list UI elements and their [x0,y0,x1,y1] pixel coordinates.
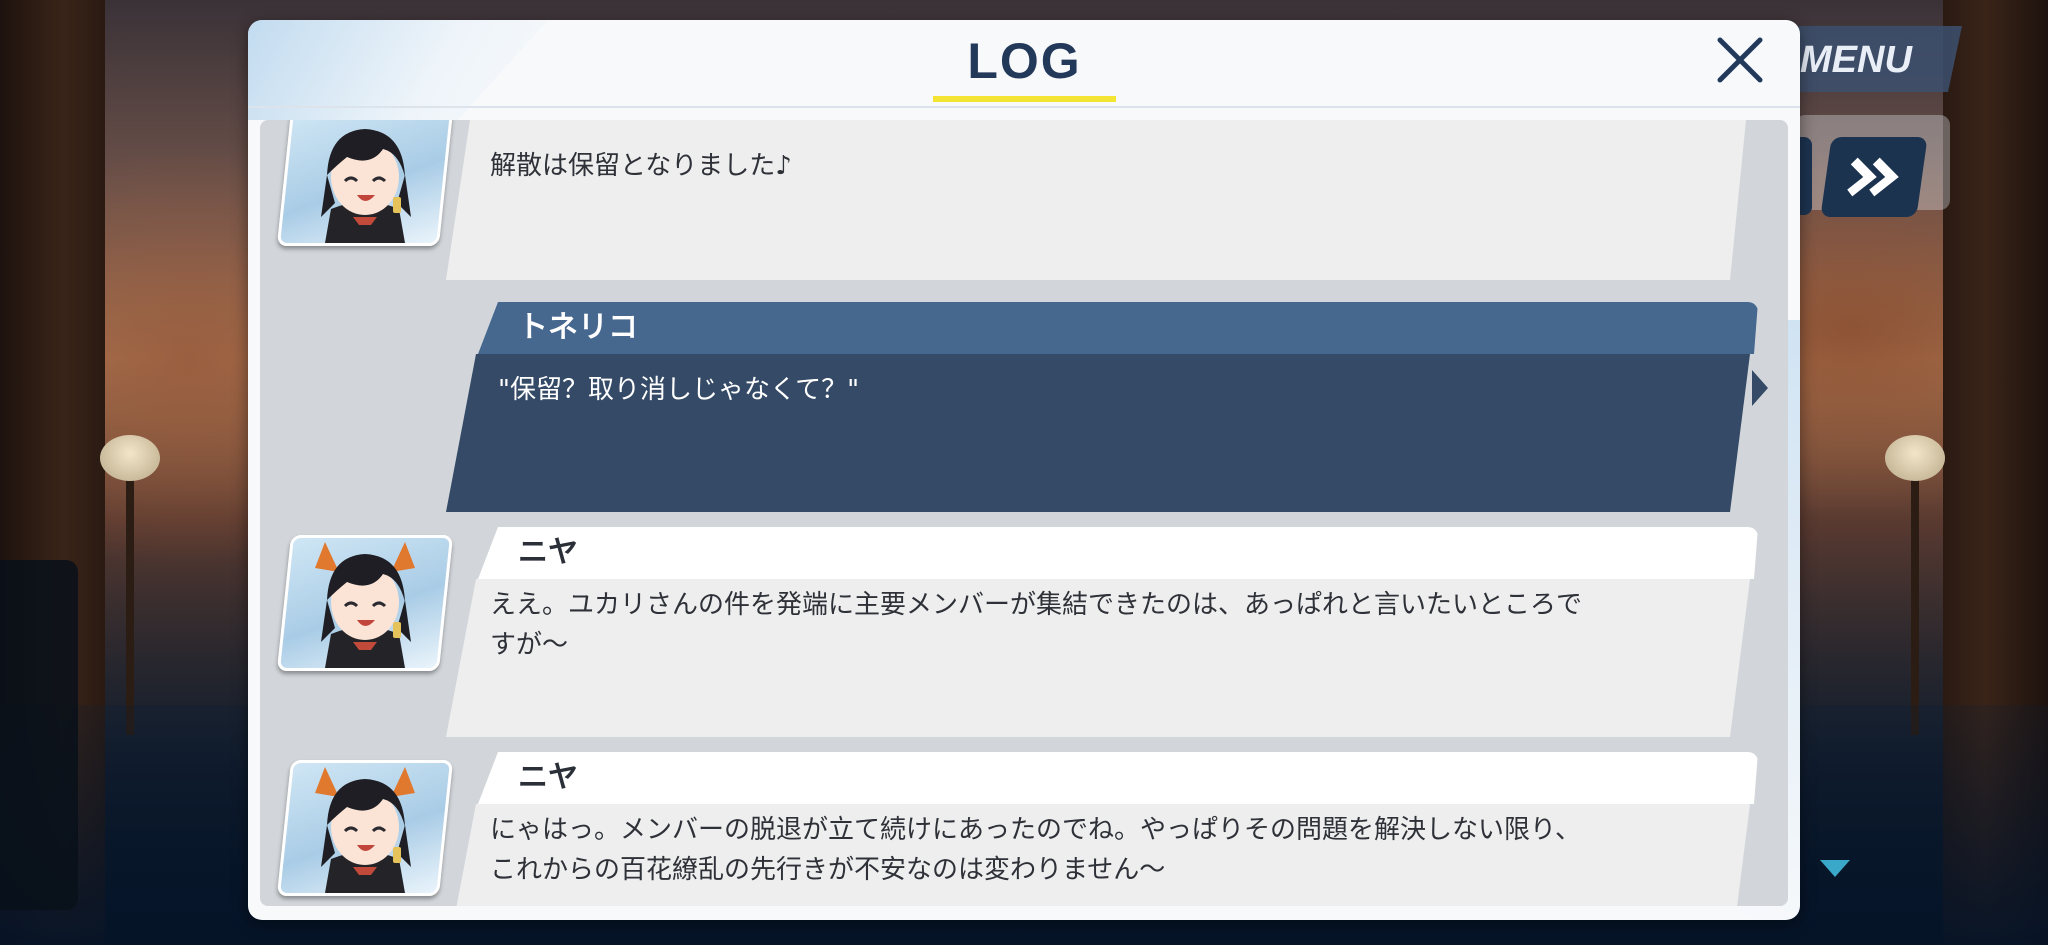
character-portrait-icon [276,760,454,896]
speaker-name-bar: ニヤ [478,527,1758,579]
dialogue-text: "保留？取り消しじゃなくて？" [498,375,860,405]
lamp-pole-left [126,475,134,735]
lamp-right [1885,435,1945,481]
page-title: LOG [967,33,1082,89]
log-entry: 解散は保留となりました♪ [260,120,1788,290]
dialogue-bubble [446,120,1750,280]
lamp-left [100,435,160,481]
left-side-panel [0,560,78,910]
log-entry[interactable]: ニヤ ええ。ユカリさんの件を発端に主要メンバーが集結できたのは、あっぱれと言いた… [260,527,1788,737]
close-icon [1717,37,1763,83]
log-dialog: LOG 解散は保留となりました♪ トネリコ "保留？取り消しじゃなくて？" ニヤ… [248,20,1800,920]
log-entry-selected[interactable]: トネリコ "保留？取り消しじゃなくて？" [260,302,1788,512]
character-portrait-icon [276,535,454,671]
dialogue-text: ええ。ユカリさんの件を発端に主要メンバーが集結できたのは、あっぱれと言いたいとこ… [490,590,1583,660]
fast-forward-button[interactable] [1820,137,1928,217]
lamp-pole-right [1911,475,1919,735]
speaker-name: ニヤ [518,535,578,570]
log-entry[interactable]: ニヤ にゃはっ。メンバーの脱退が立て続けにあったのでね。やっぱりその問題を解決し… [260,752,1788,906]
dialogue-text: 解散は保留となりました♪ [490,151,792,181]
fast-forward-icon [1847,157,1899,197]
log-list[interactable]: 解散は保留となりました♪ トネリコ "保留？取り消しじゃなくて？" ニヤ ええ。… [260,120,1788,906]
speaker-name-bar: ニヤ [478,752,1758,804]
dialogue-text: にゃはっ。メンバーの脱退が立て続けにあったのでね。やっぱりその問題を解決しない限… [490,815,1581,885]
speaker-name: ニヤ [518,760,578,795]
triangle-down-icon [1820,860,1850,877]
character-portrait-icon [276,120,454,246]
close-button[interactable] [1710,30,1770,90]
speaker-name-bar: トネリコ [478,302,1758,354]
speaker-name: トネリコ [518,310,638,345]
menu-label[interactable]: MENU [1800,38,1950,82]
log-header: LOG [248,20,1800,108]
selection-arrow-icon [1752,370,1768,406]
title-underline [933,96,1116,102]
